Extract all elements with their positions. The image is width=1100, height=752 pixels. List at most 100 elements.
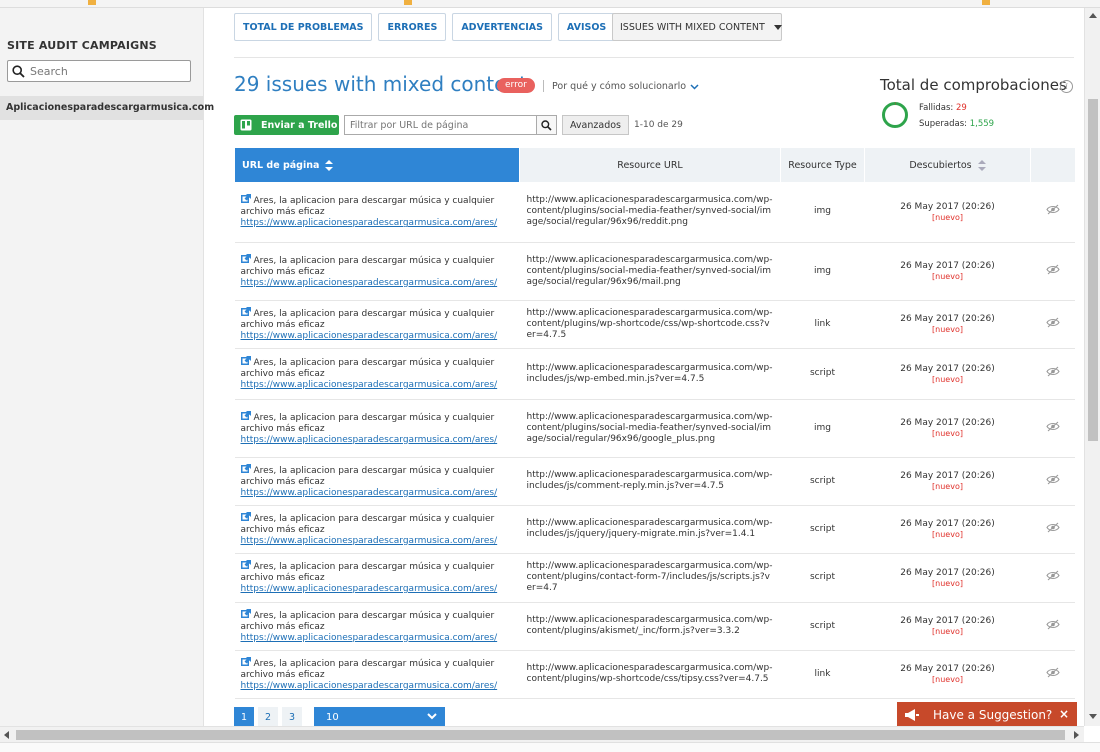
trello-icon — [240, 119, 252, 131]
chevron-down-icon — [427, 713, 437, 720]
cell-actions — [1030, 457, 1075, 506]
hide-eye-icon[interactable] — [1045, 264, 1060, 275]
new-label: [nuevo] — [932, 325, 963, 334]
page-url-link[interactable]: https://www.aplicacionesparadescargarmus… — [241, 681, 516, 692]
hide-eye-icon[interactable] — [1045, 522, 1060, 533]
discovered-date: 26 May 2017 (20:26) — [900, 471, 995, 481]
page-url-link[interactable]: https://www.aplicacionesparadescargarmus… — [241, 380, 516, 391]
issues-table: URL de página Resource URL Resource Type… — [234, 148, 1075, 699]
page-url-link[interactable]: https://www.aplicacionesparadescargarmus… — [241, 278, 516, 289]
tab-notices[interactable]: AVISOS — [557, 13, 616, 41]
new-label: [nuevo] — [932, 675, 963, 684]
table-row: Ares, la aplicacion para descargar músic… — [234, 399, 1075, 458]
external-link-icon[interactable] — [240, 306, 251, 317]
scroll-up-icon[interactable] — [1089, 13, 1097, 18]
cell-page: Ares, la aplicacion para descargar músic… — [234, 182, 520, 243]
cell-discovered: 26 May 2017 (20:26) [nuevo] — [864, 182, 1031, 243]
cell-actions — [1030, 399, 1075, 458]
new-label: [nuevo] — [932, 578, 963, 588]
cell-page: Ares, la aplicacion para descargar músic… — [234, 300, 520, 349]
cell-page: Ares, la aplicacion para descargar músic… — [234, 650, 520, 699]
chevron-down-icon — [690, 83, 699, 90]
new-label: [nuevo] — [932, 429, 963, 438]
table-row: Ares, la aplicacion para descargar músic… — [234, 242, 1075, 301]
page-title-label: Ares, la aplicacion para descargar músic… — [240, 308, 495, 330]
external-link-icon[interactable] — [240, 463, 251, 474]
hide-eye-icon[interactable] — [1045, 204, 1060, 215]
send-to-trello-button[interactable]: Enviar a Trello — [234, 115, 339, 135]
scroll-left-icon[interactable] — [4, 731, 9, 739]
table-row: Ares, la aplicacion para descargar músic… — [234, 182, 1075, 243]
page-url-link[interactable]: https://www.aplicacionesparadescargarmus… — [241, 536, 516, 547]
external-link-icon[interactable] — [240, 194, 251, 204]
hide-eye-icon[interactable] — [1045, 366, 1060, 377]
tab-warnings[interactable]: ADVERTENCIAS — [452, 13, 552, 41]
discovered-date: 26 May 2017 (20:26) — [900, 519, 995, 529]
cell-actions — [1030, 300, 1075, 349]
advanced-filters-button[interactable]: Avanzados — [562, 115, 629, 135]
search-input[interactable] — [30, 64, 180, 78]
sidebar-heading: SITE AUDIT CAMPAIGNS — [7, 39, 157, 52]
page-title-label: Ares, la aplicacion para descargar músic… — [240, 610, 495, 632]
why-link[interactable]: Por qué y cómo solucionarlo — [552, 81, 699, 92]
cell-resource-url: http://www.aplicacionesparadescargarmusi… — [519, 399, 781, 458]
external-link-icon[interactable] — [240, 608, 251, 619]
failed-value: 29 — [956, 103, 967, 113]
bookmark-icon — [404, 0, 412, 5]
cell-discovered: 26 May 2017 (20:26) [nuevo] — [864, 399, 1031, 458]
results-range: 1-10 de 29 — [634, 120, 683, 130]
failed-label: Fallidas: — [919, 103, 954, 113]
cell-resource-type: script — [780, 602, 865, 651]
column-header-page-url[interactable]: URL de página — [234, 148, 520, 182]
external-link-icon[interactable] — [240, 560, 251, 570]
tab-total[interactable]: TOTAL DE PROBLEMAS — [234, 13, 373, 41]
info-icon[interactable]: i — [1060, 80, 1073, 93]
page-url-filter-input[interactable] — [344, 115, 537, 135]
vertical-scrollbar[interactable] — [1084, 8, 1100, 726]
suggestion-widget[interactable]: Have a Suggestion? × — [897, 702, 1077, 728]
external-link-icon[interactable] — [240, 356, 251, 366]
hide-eye-icon[interactable] — [1045, 667, 1060, 678]
page-url-link[interactable]: https://www.aplicacionesparadescargarmus… — [241, 633, 516, 644]
external-link-icon[interactable] — [240, 511, 251, 522]
hide-eye-icon[interactable] — [1045, 317, 1060, 328]
passed-value: 1,559 — [969, 119, 995, 129]
hide-eye-icon[interactable] — [1045, 619, 1060, 630]
page-url-link[interactable]: https://www.aplicacionesparadescargarmus… — [241, 218, 516, 229]
per-page-select[interactable]: 10 — [314, 707, 445, 727]
hide-eye-icon[interactable] — [1045, 421, 1060, 432]
sidebar-item-campaign[interactable]: Aplicacionesparadescargarmusica.com — [0, 96, 214, 120]
horizontal-scroll-thumb[interactable] — [16, 730, 1065, 740]
external-link-icon[interactable] — [240, 410, 251, 421]
discovered-date: 26 May 2017 (20:26) — [900, 664, 995, 674]
page-url-link[interactable]: https://www.aplicacionesparadescargarmus… — [241, 331, 516, 342]
table-row: Ares, la aplicacion para descargar músic… — [234, 602, 1075, 651]
cell-actions — [1030, 242, 1075, 301]
page-3-button[interactable]: 3 — [282, 707, 302, 727]
hide-eye-icon[interactable] — [1045, 474, 1060, 485]
page-title-text: Ares, la aplicacion para descargar músic… — [240, 511, 516, 536]
scroll-right-icon[interactable] — [1074, 731, 1079, 739]
cell-resource-type: link — [780, 650, 865, 699]
vertical-scroll-thumb[interactable] — [1088, 99, 1098, 441]
column-header-discovered[interactable]: Descubiertos — [864, 148, 1031, 182]
sidebar-search[interactable] — [7, 60, 191, 82]
external-link-icon[interactable] — [240, 253, 251, 264]
hide-eye-icon[interactable] — [1045, 570, 1060, 581]
scroll-down-icon[interactable] — [1089, 714, 1097, 719]
page-url-link[interactable]: https://www.aplicacionesparadescargarmus… — [241, 488, 516, 499]
page-url-link[interactable]: https://www.aplicacionesparadescargarmus… — [241, 584, 516, 595]
horizontal-scrollbar[interactable] — [0, 726, 1084, 742]
issue-tabs: TOTAL DE PROBLEMAS ERRORES ADVERTENCIAS … — [234, 13, 616, 41]
page-url-link[interactable]: https://www.aplicacionesparadescargarmus… — [241, 435, 516, 446]
page-2-button[interactable]: 2 — [258, 707, 278, 727]
tab-errors[interactable]: ERRORES — [378, 13, 447, 41]
discovered-date: 26 May 2017 (20:26) — [900, 314, 995, 324]
external-link-icon[interactable] — [240, 656, 251, 667]
page-title-text: Ares, la aplicacion para descargar músic… — [240, 608, 516, 633]
close-icon[interactable]: × — [1059, 707, 1069, 721]
issue-type-select[interactable]: ISSUES WITH MIXED CONTENT — [612, 13, 782, 41]
filter-search-button[interactable] — [537, 115, 557, 135]
page-1-button[interactable]: 1 — [234, 707, 254, 727]
cell-discovered: 26 May 2017 (20:26) [nuevo] — [864, 348, 1031, 400]
